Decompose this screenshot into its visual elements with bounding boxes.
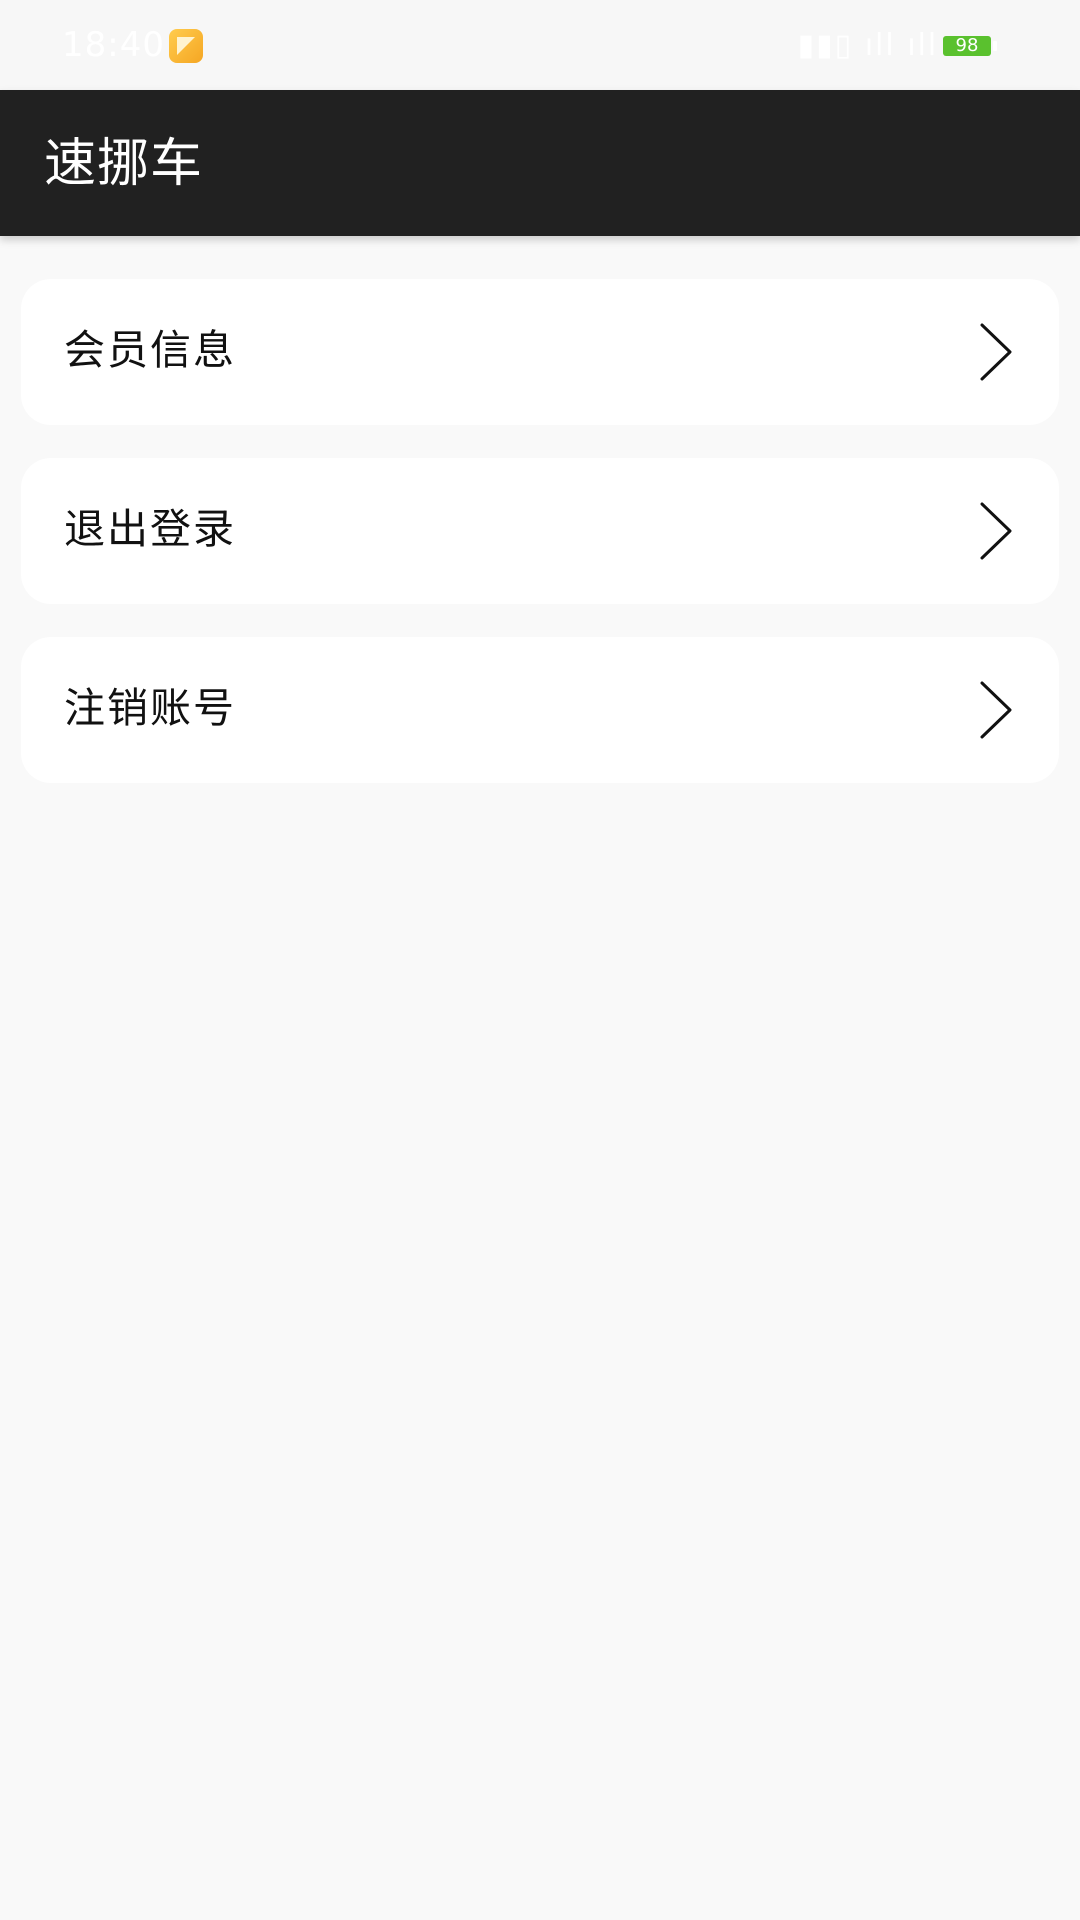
battery-icon: 98 xyxy=(943,36,991,56)
chevron-right-icon xyxy=(980,681,1012,739)
member-info-label: 会员信息 xyxy=(64,326,236,374)
delete-account-item[interactable]: 注销账号 xyxy=(21,637,1059,783)
status-bar: 18:40 ▮▮▯ ıll ıll ⌔ 98 xyxy=(0,0,1080,90)
menu-list: 会员信息 退出登录 注销账号 xyxy=(21,279,1059,816)
logout-item[interactable]: 退出登录 xyxy=(21,458,1059,604)
battery-tip xyxy=(993,41,997,51)
chevron-right-icon xyxy=(980,323,1012,381)
status-time: 18:40 xyxy=(62,25,165,65)
page-title: 速挪车 xyxy=(44,134,204,194)
delete-account-label: 注销账号 xyxy=(64,684,236,732)
chevron-right-icon xyxy=(980,502,1012,560)
app-bar: 速挪车 xyxy=(0,90,1080,236)
member-info-item[interactable]: 会员信息 xyxy=(21,279,1059,425)
logout-label: 退出登录 xyxy=(64,505,236,553)
notes-app-icon xyxy=(169,29,203,63)
